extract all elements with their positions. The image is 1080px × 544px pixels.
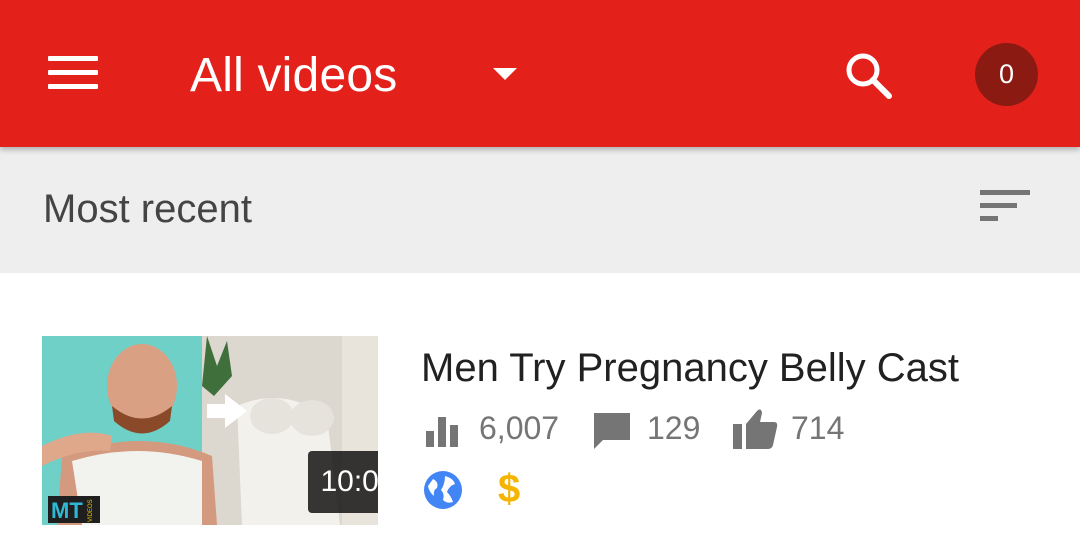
sort-icon[interactable] [980, 190, 1032, 230]
views-bar-chart-icon [426, 417, 460, 452]
public-globe-icon [423, 470, 463, 515]
app-bar: All videos 0 [0, 0, 1080, 147]
thumbnail-logo-small: VIDEOS [88, 499, 94, 522]
views-count: 6,007 [479, 410, 560, 446]
thumbs-up-icon [733, 407, 779, 454]
list-item[interactable]: MT VIDEOS 10:07 Men Try Pregnancy Belly … [0, 273, 1080, 544]
notification-count-badge[interactable]: 0 [975, 43, 1038, 106]
monetized-dollar-icon: $ [496, 466, 526, 515]
sort-bar: Most recent [0, 147, 1080, 273]
page-title: All videos [190, 49, 398, 102]
dropdown-arrow-icon[interactable] [485, 60, 525, 90]
likes-count: 714 [791, 410, 845, 446]
comments-count: 129 [647, 410, 701, 446]
search-icon[interactable] [843, 50, 895, 102]
svg-text:$: $ [498, 467, 520, 510]
hamburger-menu-icon[interactable] [48, 56, 98, 90]
sort-label: Most recent [43, 187, 252, 231]
video-title[interactable]: Men Try Pregnancy Belly Cast [421, 346, 959, 391]
video-duration: 10:07 [308, 451, 378, 513]
video-thumbnail[interactable]: MT VIDEOS 10:07 [42, 336, 378, 525]
thumbnail-logo: MT [51, 498, 83, 523]
comment-icon [591, 410, 633, 457]
